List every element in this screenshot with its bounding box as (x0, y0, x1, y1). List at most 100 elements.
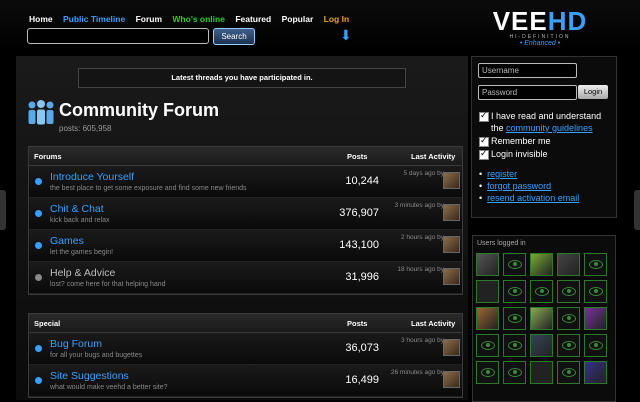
agree-checkbox[interactable] (479, 110, 489, 122)
right-scroll-tab[interactable] (634, 190, 640, 230)
avatar[interactable] (443, 339, 460, 356)
user-avatar[interactable] (476, 280, 499, 303)
user-avatar[interactable] (476, 253, 499, 276)
search-button[interactable]: Search (213, 28, 255, 45)
avatar[interactable] (443, 371, 460, 388)
forgot-password-link[interactable]: • forgot password (479, 181, 551, 191)
register-link-text[interactable]: register (487, 169, 517, 179)
left-scroll-tab[interactable] (0, 190, 6, 230)
forum-row[interactable]: Bug Forum for all your bugs and bugettes… (29, 333, 462, 365)
last-activity: 3 hours ago by (400, 337, 444, 344)
user-avatar[interactable] (557, 253, 580, 276)
forum-row[interactable]: Site Suggestions what would make veehd a… (29, 365, 462, 397)
user-avatar[interactable] (530, 280, 553, 303)
forum-description: the best place to get some exposure and … (50, 185, 247, 192)
main-content: Latest threads you have participated in.… (16, 56, 468, 400)
forum-name[interactable]: Games (50, 235, 84, 247)
status-dot-icon (35, 210, 42, 217)
user-avatar[interactable] (503, 334, 526, 357)
resend-activation-link-text[interactable]: resend activation email (487, 193, 579, 203)
post-count: 10,244 (345, 175, 379, 187)
user-avatar[interactable] (476, 307, 499, 330)
user-avatar[interactable] (584, 307, 607, 330)
community-guidelines-link[interactable]: community guidelines (506, 123, 593, 133)
post-count: 16,499 (345, 374, 379, 386)
username-field[interactable]: Username (478, 63, 577, 78)
nav-home[interactable]: Home (29, 14, 53, 24)
user-avatar[interactable] (503, 280, 526, 303)
status-dot-icon (35, 274, 42, 281)
user-avatar[interactable] (584, 334, 607, 357)
search-input[interactable] (27, 28, 209, 44)
user-avatar[interactable] (530, 361, 553, 384)
forum-name[interactable]: Site Suggestions (50, 370, 129, 382)
forum-description: lost? come here for that helping hand (50, 281, 166, 288)
forum-description: kick back and relax (50, 217, 110, 224)
user-avatar[interactable] (584, 280, 607, 303)
nav-login[interactable]: Log In (324, 14, 350, 24)
user-avatar[interactable] (503, 253, 526, 276)
eye-icon (481, 341, 495, 350)
agree-label: I have read and understand the community… (491, 110, 609, 134)
forum-row[interactable]: Introduce Yourself the best place to get… (29, 166, 462, 198)
avatar[interactable] (443, 236, 460, 253)
user-avatar[interactable] (557, 334, 580, 357)
password-field[interactable]: Password (478, 85, 577, 100)
forgot-password-link-text[interactable]: forgot password (487, 181, 551, 191)
forum-description: let the games begin! (50, 249, 114, 256)
section-title: Special (34, 319, 61, 328)
avatar[interactable] (443, 204, 460, 221)
avatar[interactable] (443, 172, 460, 189)
logo-enhanced: • Enhanced • (519, 40, 561, 47)
user-avatar[interactable] (530, 253, 553, 276)
forum-name[interactable]: Chit & Chat (50, 203, 104, 215)
arrow-down-icon: ⬇ (340, 27, 352, 43)
user-avatar[interactable] (530, 307, 553, 330)
login-button[interactable]: Login (578, 85, 608, 99)
user-avatar[interactable] (476, 334, 499, 357)
last-activity: 18 hours ago by (397, 266, 444, 273)
forum-description: for all your bugs and bugettes (50, 352, 143, 359)
resend-activation-link[interactable]: • resend activation email (479, 193, 579, 203)
user-avatar[interactable] (557, 280, 580, 303)
forum-row[interactable]: Chit & Chat kick back and relax 376,907 … (29, 198, 462, 230)
forums-section: Forums Posts Last Activity Introduce You… (28, 146, 463, 295)
nav-featured[interactable]: Featured (235, 14, 271, 24)
last-activity: 26 minutes ago by (390, 369, 444, 376)
user-avatar[interactable] (503, 307, 526, 330)
nav-forum[interactable]: Forum (136, 14, 162, 24)
invisible-checkbox[interactable] (479, 148, 489, 160)
section-header: Special Posts Last Activity (29, 314, 462, 333)
forum-row[interactable]: Help & Advice lost? come here for that h… (29, 262, 462, 294)
remember-checkbox[interactable] (479, 135, 489, 147)
nav-popular[interactable]: Popular (282, 14, 314, 24)
avatar[interactable] (443, 268, 460, 285)
site-logo[interactable]: VEEHD HI-DEFINITION • Enhanced • (483, 8, 597, 47)
eye-icon (508, 341, 522, 350)
eye-icon (508, 287, 522, 296)
user-avatar[interactable] (557, 307, 580, 330)
eye-icon (508, 368, 522, 377)
user-avatar[interactable] (584, 361, 607, 384)
forum-row[interactable]: Games let the games begin! 143,100 2 hou… (29, 230, 462, 262)
eye-icon (508, 314, 522, 323)
nav-whos-online[interactable]: Who's online (172, 14, 225, 24)
eye-icon (589, 287, 603, 296)
user-avatar[interactable] (476, 361, 499, 384)
user-avatar[interactable] (557, 361, 580, 384)
post-count: 36,073 (345, 342, 379, 354)
user-avatar[interactable] (503, 361, 526, 384)
posts-column-header: Posts (347, 152, 368, 161)
nav-public-timeline[interactable]: Public Timeline (63, 14, 125, 24)
user-avatar[interactable] (584, 253, 607, 276)
forum-name[interactable]: Bug Forum (50, 338, 102, 350)
register-link[interactable]: • register (479, 169, 517, 179)
last-activity: 2 hours ago by (400, 234, 444, 241)
status-dot-icon (35, 242, 42, 249)
latest-threads-banner[interactable]: Latest threads you have participated in. (78, 68, 406, 88)
forum-name[interactable]: Introduce Yourself (50, 171, 134, 183)
status-dot-icon (35, 377, 42, 384)
forum-name[interactable]: Help & Advice (50, 267, 115, 279)
user-avatar[interactable] (530, 334, 553, 357)
main-nav: Home Public Timeline Forum Who's online … (29, 14, 357, 24)
